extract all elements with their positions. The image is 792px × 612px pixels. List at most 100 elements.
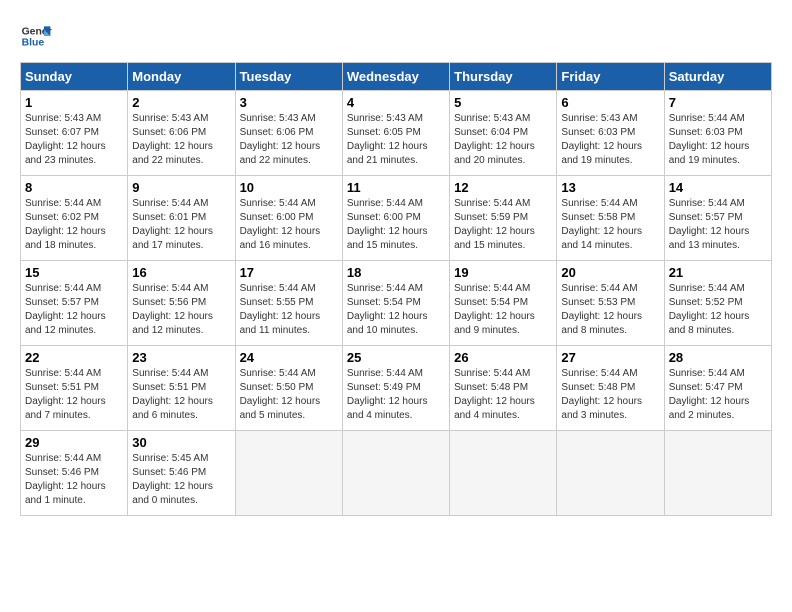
weekday-header: Tuesday xyxy=(235,63,342,91)
day-info: Sunrise: 5:44 AM Sunset: 5:52 PM Dayligh… xyxy=(669,282,767,338)
calendar-week-row: 8 Sunrise: 5:44 AM Sunset: 6:02 PM Dayli… xyxy=(21,176,772,261)
calendar-header-row: SundayMondayTuesdayWednesdayThursdayFrid… xyxy=(21,63,772,91)
day-number: 6 xyxy=(561,95,659,110)
calendar-day-cell: 5 Sunrise: 5:43 AM Sunset: 6:04 PM Dayli… xyxy=(450,91,557,176)
day-info: Sunrise: 5:43 AM Sunset: 6:06 PM Dayligh… xyxy=(240,112,338,168)
day-number: 28 xyxy=(669,350,767,365)
calendar-day-cell: 6 Sunrise: 5:43 AM Sunset: 6:03 PM Dayli… xyxy=(557,91,664,176)
calendar-day-cell: 24 Sunrise: 5:44 AM Sunset: 5:50 PM Dayl… xyxy=(235,346,342,431)
day-info: Sunrise: 5:44 AM Sunset: 6:02 PM Dayligh… xyxy=(25,197,123,253)
day-info: Sunrise: 5:44 AM Sunset: 5:50 PM Dayligh… xyxy=(240,367,338,423)
calendar-week-row: 1 Sunrise: 5:43 AM Sunset: 6:07 PM Dayli… xyxy=(21,91,772,176)
calendar-day-cell: 28 Sunrise: 5:44 AM Sunset: 5:47 PM Dayl… xyxy=(664,346,771,431)
calendar-day-cell xyxy=(235,431,342,516)
day-info: Sunrise: 5:43 AM Sunset: 6:07 PM Dayligh… xyxy=(25,112,123,168)
day-number: 27 xyxy=(561,350,659,365)
calendar-day-cell: 23 Sunrise: 5:44 AM Sunset: 5:51 PM Dayl… xyxy=(128,346,235,431)
day-info: Sunrise: 5:44 AM Sunset: 6:01 PM Dayligh… xyxy=(132,197,230,253)
calendar-day-cell: 1 Sunrise: 5:43 AM Sunset: 6:07 PM Dayli… xyxy=(21,91,128,176)
calendar-day-cell: 9 Sunrise: 5:44 AM Sunset: 6:01 PM Dayli… xyxy=(128,176,235,261)
calendar-day-cell: 8 Sunrise: 5:44 AM Sunset: 6:02 PM Dayli… xyxy=(21,176,128,261)
day-number: 19 xyxy=(454,265,552,280)
calendar-day-cell xyxy=(450,431,557,516)
day-info: Sunrise: 5:44 AM Sunset: 5:58 PM Dayligh… xyxy=(561,197,659,253)
calendar-day-cell: 12 Sunrise: 5:44 AM Sunset: 5:59 PM Dayl… xyxy=(450,176,557,261)
weekday-header: Monday xyxy=(128,63,235,91)
day-number: 20 xyxy=(561,265,659,280)
day-number: 25 xyxy=(347,350,445,365)
weekday-header: Sunday xyxy=(21,63,128,91)
day-info: Sunrise: 5:44 AM Sunset: 5:46 PM Dayligh… xyxy=(25,452,123,508)
page-header: General Blue xyxy=(20,20,772,52)
weekday-header: Thursday xyxy=(450,63,557,91)
calendar-day-cell: 3 Sunrise: 5:43 AM Sunset: 6:06 PM Dayli… xyxy=(235,91,342,176)
day-info: Sunrise: 5:44 AM Sunset: 5:47 PM Dayligh… xyxy=(669,367,767,423)
day-number: 3 xyxy=(240,95,338,110)
day-info: Sunrise: 5:44 AM Sunset: 5:48 PM Dayligh… xyxy=(454,367,552,423)
calendar-week-row: 22 Sunrise: 5:44 AM Sunset: 5:51 PM Dayl… xyxy=(21,346,772,431)
day-number: 23 xyxy=(132,350,230,365)
weekday-header: Friday xyxy=(557,63,664,91)
calendar-day-cell: 13 Sunrise: 5:44 AM Sunset: 5:58 PM Dayl… xyxy=(557,176,664,261)
calendar-day-cell: 27 Sunrise: 5:44 AM Sunset: 5:48 PM Dayl… xyxy=(557,346,664,431)
day-number: 29 xyxy=(25,435,123,450)
day-info: Sunrise: 5:43 AM Sunset: 6:03 PM Dayligh… xyxy=(561,112,659,168)
calendar-day-cell xyxy=(664,431,771,516)
day-info: Sunrise: 5:44 AM Sunset: 6:00 PM Dayligh… xyxy=(347,197,445,253)
day-info: Sunrise: 5:44 AM Sunset: 5:51 PM Dayligh… xyxy=(132,367,230,423)
day-number: 24 xyxy=(240,350,338,365)
calendar-day-cell xyxy=(557,431,664,516)
day-number: 10 xyxy=(240,180,338,195)
day-info: Sunrise: 5:44 AM Sunset: 5:56 PM Dayligh… xyxy=(132,282,230,338)
day-number: 9 xyxy=(132,180,230,195)
calendar-day-cell: 4 Sunrise: 5:43 AM Sunset: 6:05 PM Dayli… xyxy=(342,91,449,176)
day-number: 5 xyxy=(454,95,552,110)
day-info: Sunrise: 5:44 AM Sunset: 5:59 PM Dayligh… xyxy=(454,197,552,253)
calendar-day-cell: 21 Sunrise: 5:44 AM Sunset: 5:52 PM Dayl… xyxy=(664,261,771,346)
calendar-table: SundayMondayTuesdayWednesdayThursdayFrid… xyxy=(20,62,772,516)
weekday-header: Wednesday xyxy=(342,63,449,91)
day-info: Sunrise: 5:44 AM Sunset: 6:03 PM Dayligh… xyxy=(669,112,767,168)
day-info: Sunrise: 5:45 AM Sunset: 5:46 PM Dayligh… xyxy=(132,452,230,508)
logo-icon: General Blue xyxy=(20,20,52,52)
day-info: Sunrise: 5:44 AM Sunset: 5:48 PM Dayligh… xyxy=(561,367,659,423)
calendar-day-cell xyxy=(342,431,449,516)
day-info: Sunrise: 5:44 AM Sunset: 5:49 PM Dayligh… xyxy=(347,367,445,423)
day-info: Sunrise: 5:44 AM Sunset: 5:51 PM Dayligh… xyxy=(25,367,123,423)
day-number: 30 xyxy=(132,435,230,450)
calendar-day-cell: 2 Sunrise: 5:43 AM Sunset: 6:06 PM Dayli… xyxy=(128,91,235,176)
calendar-day-cell: 25 Sunrise: 5:44 AM Sunset: 5:49 PM Dayl… xyxy=(342,346,449,431)
day-number: 8 xyxy=(25,180,123,195)
calendar-day-cell: 14 Sunrise: 5:44 AM Sunset: 5:57 PM Dayl… xyxy=(664,176,771,261)
day-number: 17 xyxy=(240,265,338,280)
calendar-day-cell: 30 Sunrise: 5:45 AM Sunset: 5:46 PM Dayl… xyxy=(128,431,235,516)
calendar-day-cell: 29 Sunrise: 5:44 AM Sunset: 5:46 PM Dayl… xyxy=(21,431,128,516)
calendar-day-cell: 17 Sunrise: 5:44 AM Sunset: 5:55 PM Dayl… xyxy=(235,261,342,346)
day-number: 2 xyxy=(132,95,230,110)
day-number: 21 xyxy=(669,265,767,280)
calendar-day-cell: 19 Sunrise: 5:44 AM Sunset: 5:54 PM Dayl… xyxy=(450,261,557,346)
day-number: 4 xyxy=(347,95,445,110)
day-info: Sunrise: 5:44 AM Sunset: 5:57 PM Dayligh… xyxy=(25,282,123,338)
day-number: 16 xyxy=(132,265,230,280)
weekday-header: Saturday xyxy=(664,63,771,91)
day-info: Sunrise: 5:44 AM Sunset: 5:57 PM Dayligh… xyxy=(669,197,767,253)
calendar-week-row: 29 Sunrise: 5:44 AM Sunset: 5:46 PM Dayl… xyxy=(21,431,772,516)
calendar-day-cell: 18 Sunrise: 5:44 AM Sunset: 5:54 PM Dayl… xyxy=(342,261,449,346)
day-number: 15 xyxy=(25,265,123,280)
day-number: 14 xyxy=(669,180,767,195)
calendar-day-cell: 20 Sunrise: 5:44 AM Sunset: 5:53 PM Dayl… xyxy=(557,261,664,346)
calendar-week-row: 15 Sunrise: 5:44 AM Sunset: 5:57 PM Dayl… xyxy=(21,261,772,346)
day-number: 26 xyxy=(454,350,552,365)
day-info: Sunrise: 5:44 AM Sunset: 6:00 PM Dayligh… xyxy=(240,197,338,253)
day-info: Sunrise: 5:44 AM Sunset: 5:53 PM Dayligh… xyxy=(561,282,659,338)
day-number: 12 xyxy=(454,180,552,195)
calendar-day-cell: 11 Sunrise: 5:44 AM Sunset: 6:00 PM Dayl… xyxy=(342,176,449,261)
day-number: 11 xyxy=(347,180,445,195)
calendar-day-cell: 10 Sunrise: 5:44 AM Sunset: 6:00 PM Dayl… xyxy=(235,176,342,261)
calendar-day-cell: 26 Sunrise: 5:44 AM Sunset: 5:48 PM Dayl… xyxy=(450,346,557,431)
calendar-day-cell: 7 Sunrise: 5:44 AM Sunset: 6:03 PM Dayli… xyxy=(664,91,771,176)
calendar-day-cell: 15 Sunrise: 5:44 AM Sunset: 5:57 PM Dayl… xyxy=(21,261,128,346)
day-number: 7 xyxy=(669,95,767,110)
logo: General Blue xyxy=(20,20,52,52)
